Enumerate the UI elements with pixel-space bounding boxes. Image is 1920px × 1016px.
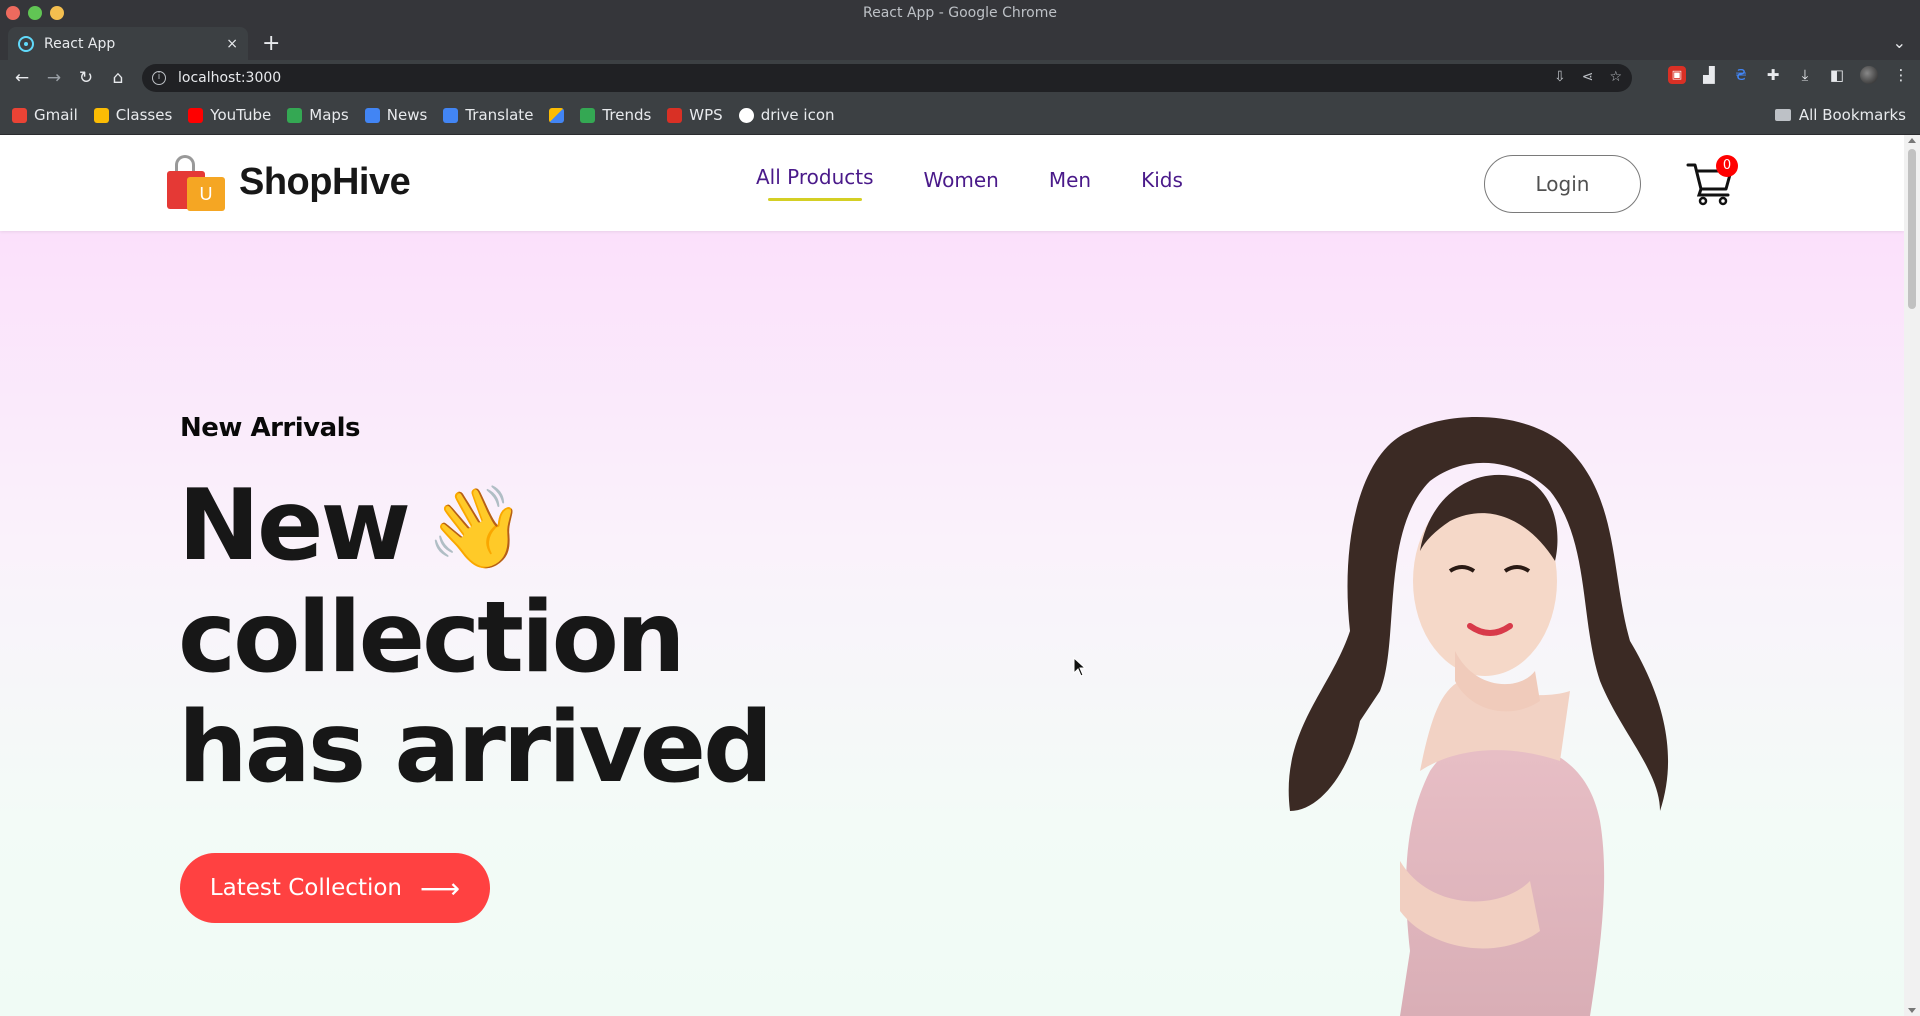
react-icon: [18, 35, 34, 52]
google-icon: [738, 107, 754, 123]
extensions-area: ▣ ▟ ₴ ✚ ⤓ ◧ ⋮: [1668, 66, 1910, 84]
tab-close-icon[interactable]: ×: [226, 36, 238, 52]
extension-paint-icon[interactable]: ▟: [1700, 66, 1718, 84]
title-bar: React App - Google Chrome: [0, 0, 1920, 27]
maps-icon: [287, 107, 303, 123]
bookmark-ads[interactable]: [549, 107, 565, 123]
bookmark-translate[interactable]: Translate: [443, 106, 533, 124]
all-bookmarks[interactable]: All Bookmarks: [1774, 106, 1906, 124]
main-menu: All Products Women Men Kids: [756, 165, 1183, 201]
page-scrollbar[interactable]: [1904, 135, 1920, 1016]
tab-title: React App: [44, 35, 116, 52]
bookmark-drive-icon[interactable]: drive icon: [738, 106, 835, 124]
address-bar[interactable]: i localhost:3000 ⇩ ⋖ ☆: [142, 64, 1632, 92]
hero-headline: New 👋 collection has arrived: [178, 469, 773, 805]
waving-hand-icon: 👋: [426, 481, 526, 574]
login-button[interactable]: Login: [1484, 155, 1641, 213]
translate-icon: [443, 107, 459, 123]
reload-icon[interactable]: ↻: [70, 68, 102, 88]
profile-avatar[interactable]: [1860, 66, 1878, 84]
bookmark-gmail[interactable]: Gmail: [12, 106, 78, 124]
window-title: React App - Google Chrome: [863, 5, 1057, 21]
bookmark-news[interactable]: News: [364, 106, 427, 124]
puzzle-icon[interactable]: ✚: [1764, 66, 1782, 84]
install-icon[interactable]: ⇩: [1554, 69, 1566, 85]
arrow-right-icon: ⟶: [420, 871, 461, 905]
trends-icon: [580, 107, 596, 123]
share-icon[interactable]: ⋖: [1582, 69, 1594, 85]
nav-women[interactable]: Women: [924, 168, 999, 198]
url-text: localhost:3000: [178, 70, 282, 86]
scrollbar-thumb[interactable]: [1908, 149, 1916, 309]
scroll-up-icon[interactable]: [1908, 138, 1916, 143]
omnibox-actions: ⇩ ⋖ ☆: [1554, 69, 1622, 85]
tab-react-app[interactable]: React App ×: [8, 27, 248, 60]
news-icon: [364, 107, 380, 123]
site-info-icon[interactable]: i: [152, 71, 166, 85]
nav-men[interactable]: Men: [1049, 168, 1091, 198]
web-page: U ShopHive All Products Women Men Kids L…: [0, 135, 1904, 1016]
hero-model-image: [1288, 417, 1669, 1016]
back-icon[interactable]: ←: [6, 68, 38, 88]
bookmark-youtube[interactable]: YouTube: [188, 106, 271, 124]
extension-red-icon[interactable]: ▣: [1668, 66, 1686, 84]
tab-search-icon[interactable]: ⌄: [1893, 33, 1906, 52]
folder-icon: [1774, 109, 1791, 121]
home-icon[interactable]: ⌂: [102, 68, 134, 88]
browser-chrome: React App - Google Chrome React App × + …: [0, 0, 1920, 135]
brand-name: ShopHive: [239, 160, 411, 203]
gmail-icon: [12, 107, 27, 123]
bookmark-maps[interactable]: Maps: [287, 106, 349, 124]
bookmark-trends[interactable]: Trends: [580, 106, 651, 124]
bookmark-star-icon[interactable]: ☆: [1609, 69, 1622, 85]
new-tab-button[interactable]: +: [262, 31, 280, 56]
browser-toolbar: ← → ↻ ⌂ i localhost:3000 ⇩ ⋖ ☆ ▣ ▟ ₴ ✚ ⤓…: [0, 60, 1920, 96]
download-icon[interactable]: ⤓: [1796, 66, 1814, 84]
bookmark-classes[interactable]: Classes: [93, 106, 172, 124]
cart-count-badge: 0: [1716, 155, 1738, 177]
bookmark-wps[interactable]: WPS: [667, 106, 723, 124]
site-navbar: U ShopHive All Products Women Men Kids L…: [0, 135, 1904, 231]
forward-icon[interactable]: →: [38, 68, 70, 88]
tab-strip: React App × + ⌄: [0, 27, 1920, 60]
scroll-down-icon[interactable]: [1908, 1008, 1916, 1013]
nav-kids[interactable]: Kids: [1141, 168, 1183, 198]
hero-eyebrow: New Arrivals: [180, 413, 361, 443]
bookmarks-bar: Gmail Classes YouTube Maps News Translat…: [0, 96, 1920, 135]
menu-kebab-icon[interactable]: ⋮: [1892, 66, 1910, 84]
latest-collection-button[interactable]: Latest Collection ⟶: [180, 853, 490, 923]
mouse-cursor-icon: [1073, 657, 1087, 677]
youtube-icon: [188, 107, 204, 123]
google-ads-icon: [549, 107, 565, 123]
nav-all-products[interactable]: All Products: [756, 165, 874, 201]
hero-section: New Arrivals New 👋 collection has arrived…: [0, 231, 1904, 1016]
wps-icon: [667, 107, 683, 123]
side-panel-icon[interactable]: ◧: [1828, 66, 1846, 84]
classroom-icon: [93, 107, 109, 123]
brand-logo[interactable]: U ShopHive: [167, 153, 411, 211]
extension-blue-icon[interactable]: ₴: [1732, 66, 1750, 84]
shopping-bag-icon: U: [167, 153, 225, 211]
